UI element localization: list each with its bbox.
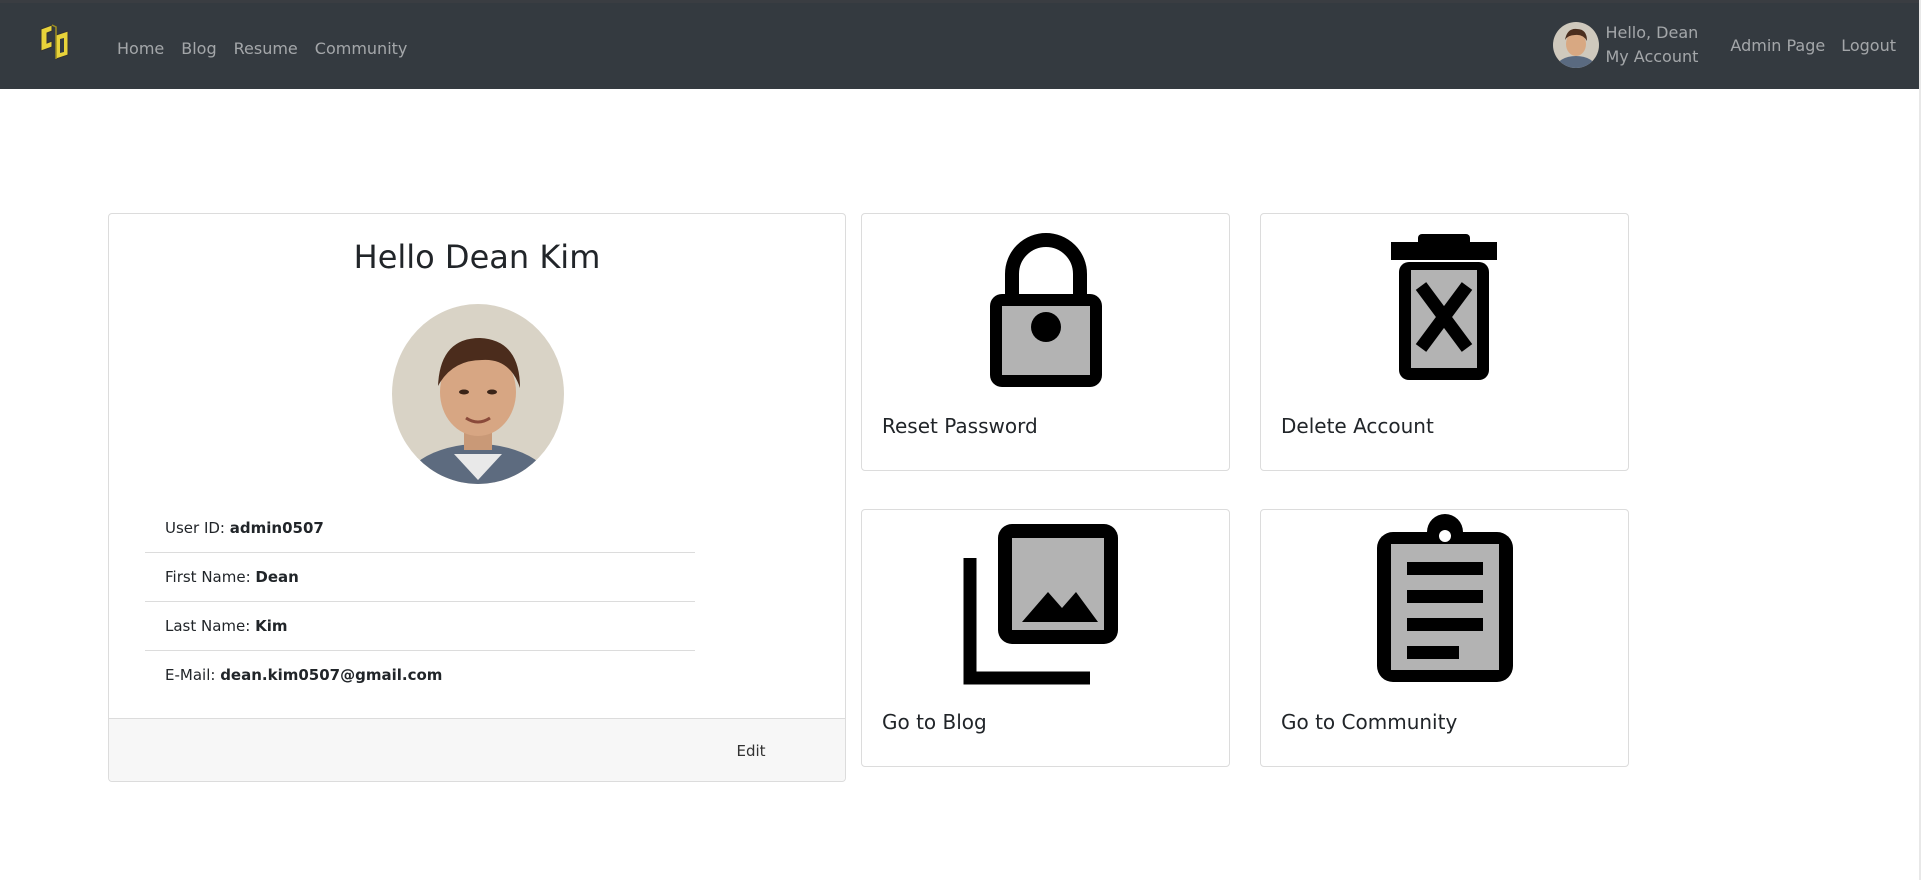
nav-community-link[interactable]: Community <box>315 39 408 58</box>
user-avatar[interactable] <box>1553 22 1600 68</box>
info-label: Last Name: <box>165 617 256 635</box>
info-first-name: First Name: Dean <box>145 553 695 602</box>
edit-button[interactable]: Edit <box>721 735 781 767</box>
card-footer: Edit <box>109 718 845 781</box>
greeting-block: Hello, Dean My Account <box>1605 21 1698 69</box>
tile-label: Go to Community <box>1281 710 1458 734</box>
go-to-community-tile[interactable]: Go to Community <box>1260 509 1629 767</box>
tile-label: Reset Password <box>882 414 1038 438</box>
logo-icon[interactable] <box>38 21 74 63</box>
page-title: Hello Dean Kim <box>353 238 601 276</box>
info-user-id: User ID: admin0507 <box>145 504 695 553</box>
lock-icon <box>862 214 1229 404</box>
profile-avatar <box>392 304 564 484</box>
my-account-link[interactable]: My Account <box>1605 45 1698 69</box>
tile-label: Go to Blog <box>882 710 987 734</box>
delete-account-tile[interactable]: Delete Account <box>1260 213 1629 471</box>
info-email: E-Mail: dean.kim0507@gmail.com <box>145 651 695 700</box>
admin-page-link[interactable]: Admin Page <box>1730 36 1825 55</box>
navbar: Home Blog Resume Community Hello, Dean M… <box>0 3 1921 89</box>
main-nav: Home Blog Resume Community <box>117 39 407 58</box>
user-info-list: User ID: admin0507 First Name: Dean Last… <box>145 504 695 700</box>
info-value: Kim <box>255 617 288 635</box>
info-label: User ID: <box>165 519 230 537</box>
reset-password-tile[interactable]: Reset Password <box>861 213 1230 471</box>
nav-resume-link[interactable]: Resume <box>234 39 298 58</box>
go-to-blog-tile[interactable]: Go to Blog <box>861 509 1230 767</box>
tile-label: Delete Account <box>1281 414 1434 438</box>
info-value: admin0507 <box>229 519 324 537</box>
user-nav: Hello, Dean My Account Admin Page Logout <box>1553 21 1896 69</box>
info-label: E-Mail: <box>165 666 221 684</box>
clipboard-icon <box>1261 510 1628 700</box>
greeting-text: Hello, Dean <box>1605 23 1699 42</box>
logout-link[interactable]: Logout <box>1841 36 1896 55</box>
profile-card: Hello Dean Kim User ID: admin0507 First … <box>108 213 846 782</box>
info-value: dean.kim0507@gmail.com <box>220 666 443 684</box>
info-label: First Name: <box>165 568 256 586</box>
info-value: Dean <box>255 568 299 586</box>
trash-icon <box>1261 214 1628 404</box>
nav-home-link[interactable]: Home <box>117 39 164 58</box>
info-last-name: Last Name: Kim <box>145 602 695 651</box>
photo-library-icon <box>862 510 1229 700</box>
nav-blog-link[interactable]: Blog <box>181 39 216 58</box>
